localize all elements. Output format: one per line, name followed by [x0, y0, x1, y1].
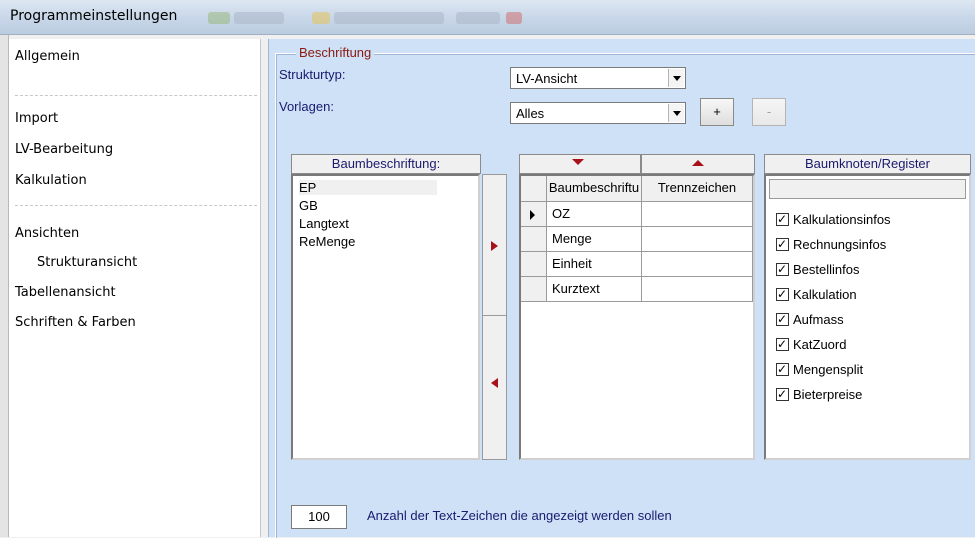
nav-item-lv-bearbeitung[interactable]: LV-Bearbeitung [15, 142, 113, 157]
arrow-up-icon [692, 160, 704, 166]
checkbox-checked-icon[interactable] [776, 261, 789, 277]
register-checkbox-row[interactable]: Kalkulation [776, 286, 857, 303]
blurred-taskbar-icon [208, 12, 230, 24]
title-bar[interactable]: Programmeinstellungen [0, 0, 975, 35]
grid-column-header[interactable]: Baumbeschriftu [547, 176, 642, 202]
checkbox-checked-icon[interactable] [776, 286, 789, 302]
row-selector[interactable] [521, 227, 547, 252]
nav-item-tabellenansicht[interactable]: Tabellenansicht [15, 285, 116, 300]
window-title: Programmeinstellungen [10, 8, 178, 24]
checkbox-checked-icon[interactable] [776, 236, 789, 252]
grid-corner [521, 176, 547, 202]
window-body: Allgemein Import LV-Bearbeitung Kalkulat… [0, 35, 975, 538]
vorlagen-label: Vorlagen: [279, 99, 334, 114]
group-title: Beschriftung [296, 45, 375, 60]
blurred-taskbar-icon [312, 12, 330, 24]
row-selector[interactable] [521, 202, 547, 227]
checkbox-checked-icon[interactable] [776, 361, 789, 377]
arrow-down-icon [572, 159, 584, 165]
list-item[interactable]: GB [299, 198, 318, 213]
grid-cell[interactable]: Menge [547, 227, 642, 252]
nav-separator [15, 95, 257, 96]
nav-item-strukturansicht[interactable]: Strukturansicht [37, 255, 137, 270]
char-count-label: Anzahl der Text-Zeichen die angezeigt we… [367, 508, 672, 523]
nav-separator [15, 205, 257, 206]
grid-cell[interactable] [642, 252, 753, 277]
grid-cell[interactable]: Einheit [547, 252, 642, 277]
panel-splitter[interactable] [260, 39, 267, 537]
nav-item-import[interactable]: Import [15, 111, 58, 126]
blurred-taskbar-icon [506, 12, 522, 24]
register-checkbox-row[interactable]: Rechnungsinfos [776, 236, 887, 253]
row-selector[interactable] [521, 277, 547, 302]
nav-item-kalkulation[interactable]: Kalkulation [15, 173, 87, 188]
checkbox-label: Bieterpreise [793, 387, 863, 402]
move-down-button[interactable] [519, 154, 641, 174]
vorlagen-value: Alles [516, 106, 545, 121]
checkbox-label: Mengensplit [793, 362, 864, 377]
selected-labels-grid[interactable]: Baumbeschriftu Trennzeichen OZ Menge Ein… [519, 174, 755, 460]
list-item[interactable]: EP [299, 180, 437, 195]
grid-cell[interactable] [642, 277, 753, 302]
list-item[interactable]: ReMenge [299, 234, 355, 249]
move-up-button[interactable] [641, 154, 755, 174]
grid-cell[interactable]: Kurztext [547, 277, 642, 302]
register-checkbox-row[interactable]: KatZuord [776, 336, 847, 353]
register-filter-field[interactable] [769, 179, 966, 199]
arrow-left-icon [491, 378, 498, 388]
settings-panel: Beschriftung Strukturtyp: LV-Ansicht Vor… [268, 39, 975, 538]
checkbox-checked-icon[interactable] [776, 336, 789, 352]
checkbox-checked-icon[interactable] [776, 211, 789, 227]
register-checkbox-row[interactable]: Bestellinfos [776, 261, 860, 278]
register-checkbox-row[interactable]: Mengensplit [776, 361, 864, 378]
move-right-button[interactable] [483, 175, 506, 316]
strukturtyp-select[interactable]: LV-Ansicht [510, 67, 686, 89]
register-checkbox-row[interactable]: Bieterpreise [776, 386, 863, 403]
chevron-down-icon[interactable] [668, 69, 684, 87]
checkbox-label: Rechnungsinfos [793, 237, 887, 252]
beschriftung-group: Beschriftung Strukturtyp: LV-Ansicht Vor… [275, 45, 975, 538]
row-pointer-icon [530, 210, 535, 220]
nav-item-schriften-farben[interactable]: Schriften & Farben [15, 315, 136, 330]
arrow-right-icon [491, 241, 498, 251]
settings-navigation[interactable]: Allgemein Import LV-Bearbeitung Kalkulat… [9, 39, 260, 537]
blurred-taskbar-icon [456, 12, 500, 24]
grid-cell[interactable] [642, 202, 753, 227]
nav-item-allgemein[interactable]: Allgemein [15, 49, 80, 64]
row-selector[interactable] [521, 252, 547, 277]
remove-template-button[interactable]: - [752, 98, 786, 126]
strukturtyp-value: LV-Ansicht [516, 71, 578, 86]
nav-item-ansichten[interactable]: Ansichten [15, 226, 79, 241]
move-left-button[interactable] [483, 316, 506, 459]
grid-cell[interactable]: OZ [547, 202, 642, 227]
strukturtyp-label: Strukturtyp: [279, 67, 346, 82]
checkbox-label: Kalkulation [793, 287, 857, 302]
window-edge [0, 35, 9, 537]
blurred-taskbar-icon [334, 12, 444, 24]
checkbox-label: Aufmass [793, 312, 844, 327]
checkbox-label: Bestellinfos [793, 262, 860, 277]
checkbox-checked-icon[interactable] [776, 386, 789, 402]
register-checkbox-row[interactable]: Aufmass [776, 311, 844, 328]
list-item[interactable]: Langtext [299, 216, 349, 231]
checkbox-checked-icon[interactable] [776, 311, 789, 327]
available-labels-list[interactable]: EP GB Langtext ReMenge [291, 174, 480, 460]
blurred-taskbar-icon [234, 12, 284, 24]
register-checkbox-row[interactable]: Kalkulationsinfos [776, 211, 891, 228]
chevron-down-icon[interactable] [668, 104, 684, 122]
baumbeschriftung-header: Baumbeschriftung: [291, 154, 481, 174]
register-header: Baumknoten/Register [764, 154, 971, 174]
grid-cell[interactable] [642, 227, 753, 252]
transfer-button-bar [482, 174, 507, 460]
checkbox-label: Kalkulationsinfos [793, 212, 891, 227]
vorlagen-select[interactable]: Alles [510, 102, 686, 124]
add-template-button[interactable]: + [700, 98, 734, 126]
register-list[interactable]: Kalkulationsinfos Rechnungsinfos Bestell… [764, 174, 971, 460]
checkbox-label: KatZuord [793, 337, 847, 352]
char-count-input[interactable]: 100 [291, 505, 347, 529]
grid-column-header[interactable]: Trennzeichen [642, 176, 753, 202]
